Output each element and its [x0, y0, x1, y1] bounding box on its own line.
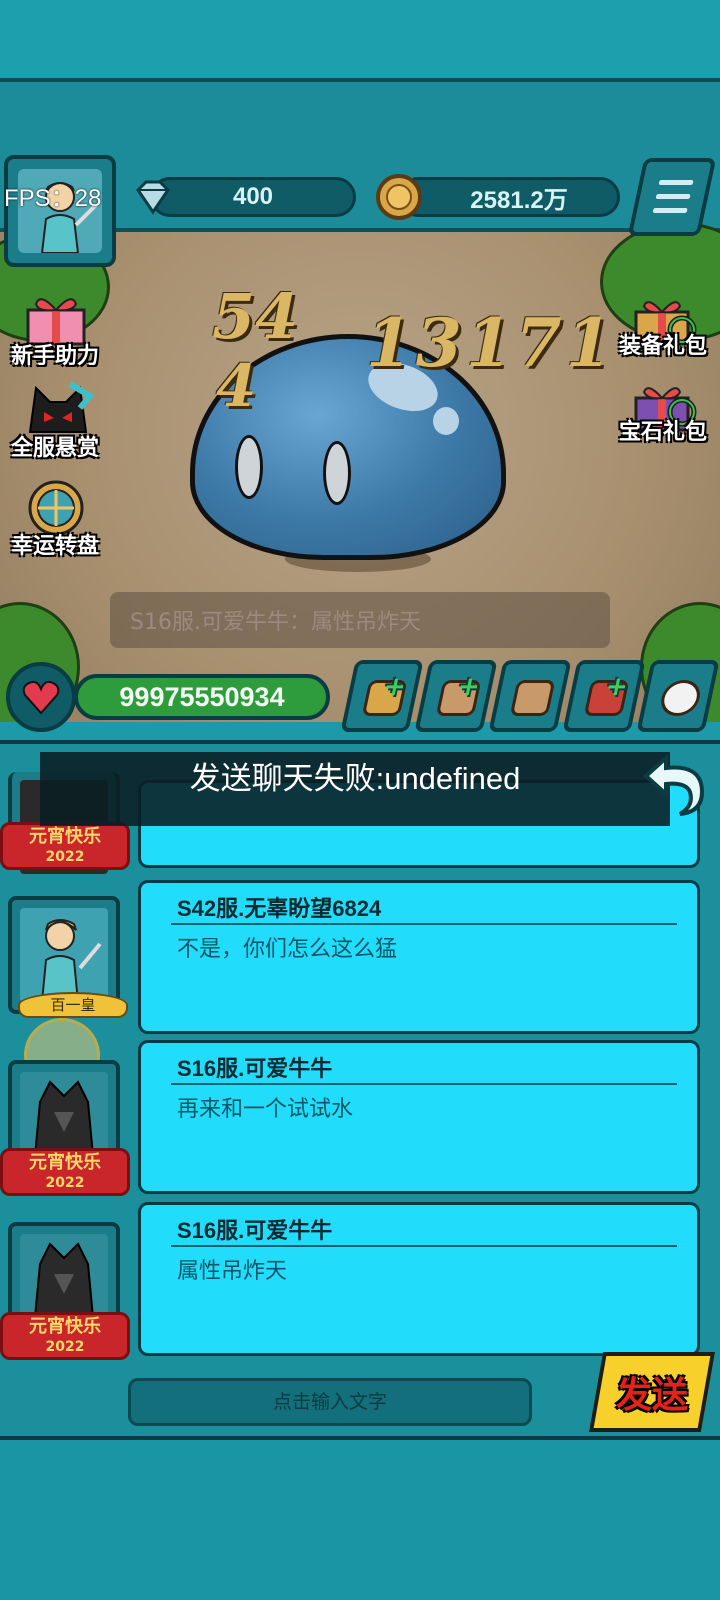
heart-icon	[22, 680, 60, 715]
fist-icon	[509, 680, 556, 716]
chat-message: S42服.无辜盼望6824 不是，你们怎么这么猛	[138, 880, 700, 1034]
diamond-icon	[130, 174, 176, 220]
message-text: 属性吊炸天	[177, 1259, 288, 1284]
slime-eye-left	[235, 435, 263, 499]
back-arrow-icon[interactable]	[636, 752, 712, 816]
diamond-counter: 400	[150, 177, 356, 217]
slime-eye-right	[323, 441, 351, 505]
side-item-gem-gift[interactable]: 宝石礼包	[608, 380, 718, 460]
divider	[171, 923, 677, 925]
player-portrait-icon	[40, 919, 102, 1002]
message-text: 再来和一个试试水	[177, 1097, 354, 1122]
lucky-wheel-icon	[28, 480, 84, 536]
chat-bubble-icon	[657, 680, 704, 716]
gold-counter: 2581.2万	[398, 177, 620, 217]
chat-input[interactable]: 点击输入文字	[128, 1378, 532, 1426]
plus-icon: +	[380, 672, 409, 702]
message-text: 不是，你们怎么这么猛	[177, 937, 398, 962]
festival-badge: 元宵快乐 2022	[0, 1148, 130, 1196]
bottom-band	[0, 1436, 720, 1600]
side-item-label: 幸运转盘	[10, 534, 99, 559]
divider	[171, 1245, 677, 1247]
fps-counter: FPS：28	[4, 185, 102, 212]
rank-badge: 百一皇	[18, 992, 128, 1018]
chat-message: S16服.可爱牛牛 再来和一个试试水	[138, 1040, 700, 1194]
side-item-label: 全服悬赏	[10, 436, 99, 461]
side-item-label: 装备礼包	[618, 334, 707, 359]
broadcast-message: S16服.可爱牛牛：属性吊炸天	[110, 592, 610, 648]
divider	[171, 1083, 677, 1085]
hp-heart	[6, 662, 76, 732]
hp-value: 99975550934	[119, 681, 285, 712]
damage-number: 4	[216, 352, 257, 420]
festival-badge: 元宵快乐 2022	[0, 1312, 130, 1360]
error-toast: 发送聊天失败:undefined	[40, 752, 670, 826]
top-band	[0, 0, 720, 82]
side-item-lucky-wheel[interactable]: 幸运转盘	[0, 476, 110, 559]
damage-number: 13171	[366, 304, 616, 382]
send-label: 发送	[615, 1375, 688, 1416]
menu-icon	[658, 180, 694, 185]
diamond-value: 400	[232, 183, 274, 210]
message-sender: S42服.无辜盼望6824	[177, 896, 382, 921]
festival-badge: 元宵快乐 2022	[0, 822, 130, 870]
chat-message: S16服.可爱牛牛 属性吊炸天	[138, 1202, 700, 1356]
side-item-newbie-help[interactable]: 新手助力	[0, 290, 110, 370]
plus-icon: +	[602, 672, 631, 702]
gold-coin-icon	[376, 174, 422, 220]
message-sender: S16服.可爱牛牛	[177, 1056, 333, 1081]
hp-bar: 99975550934	[74, 674, 330, 720]
bounty-cat-icon	[28, 381, 95, 433]
side-item-server-bounty[interactable]: 全服悬赏	[0, 378, 110, 461]
damage-number: 54	[212, 280, 299, 353]
side-item-equipment-gift[interactable]: 装备礼包	[608, 294, 718, 374]
gold-value: 2581.2万	[470, 186, 568, 214]
side-item-label: 宝石礼包	[618, 420, 707, 445]
plus-icon: +	[454, 672, 483, 702]
side-item-label: 新手助力	[10, 344, 99, 369]
message-sender: S16服.可爱牛牛	[177, 1218, 333, 1243]
send-button[interactable]: 发送	[588, 1352, 716, 1432]
